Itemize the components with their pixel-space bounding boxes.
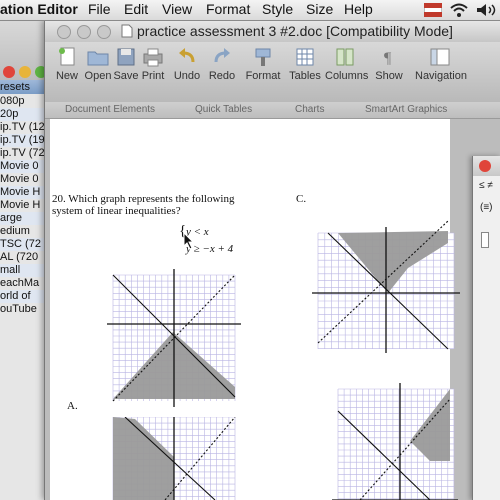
ribbon-tabs: Document Elements Quick Tables Charts Sm… — [45, 102, 500, 119]
preset-item[interactable]: ip.TV (720 — [0, 147, 50, 160]
graph-option-c[interactable] — [308, 213, 464, 353]
background-app-window: resets 080p 20p ip.TV (128 ip.TV (192 ip.TV … — [0, 20, 50, 500]
tables-label: Tables — [289, 70, 321, 82]
menu-bar: ation Editor File Edit View Format Style… — [0, 0, 500, 21]
graph-option-d[interactable] — [330, 381, 458, 500]
columns-label: Columns — [325, 70, 369, 82]
menu-file[interactable]: File — [88, 1, 111, 17]
panel-title-bar[interactable] — [473, 156, 500, 176]
volume-icon[interactable] — [476, 3, 498, 22]
preset-item[interactable]: 080p — [0, 95, 50, 108]
preset-item[interactable]: orld of — [0, 290, 50, 303]
show-button[interactable]: ¶ Show — [369, 46, 409, 82]
preset-item[interactable]: mall — [0, 264, 50, 277]
preset-item[interactable]: AL (720 — [0, 251, 50, 264]
navigation-button[interactable]: Navigation — [415, 46, 467, 82]
paragraph-mark-icon: ¶ — [377, 46, 401, 68]
menu-style[interactable]: Style — [262, 1, 293, 17]
preset-item[interactable]: Movie H — [0, 186, 50, 199]
panel-field-button[interactable]: (≡) — [480, 202, 493, 213]
undo-label: Undo — [173, 70, 201, 82]
mouse-cursor-icon — [183, 231, 195, 255]
question-text-line-2: system of linear inequalities? — [52, 205, 181, 217]
menu-app-name[interactable]: ation Editor — [0, 1, 78, 17]
show-label: Show — [375, 70, 403, 82]
zoom-button[interactable] — [97, 25, 111, 39]
navigation-pane-icon — [428, 46, 452, 68]
flag-icon[interactable] — [423, 2, 443, 22]
format-button[interactable]: Format — [243, 46, 283, 82]
preset-item[interactable]: TSC (72 — [0, 238, 50, 251]
presets-header: resets — [0, 80, 50, 94]
preset-item[interactable]: Movie H — [0, 199, 50, 212]
redo-label: Redo — [208, 70, 236, 82]
tab-quick-tables[interactable]: Quick Tables — [195, 104, 252, 115]
background-app-toolbar — [0, 20, 50, 80]
close-button[interactable] — [57, 25, 71, 39]
format-label: Format — [245, 70, 281, 82]
new-document-icon — [55, 46, 79, 68]
minimize-button[interactable] — [77, 25, 91, 39]
preset-item[interactable]: Movie 0 — [0, 160, 50, 173]
format-paintbrush-icon — [251, 46, 275, 68]
equation-palette-panel: ≤ ≠ (≡) — [472, 156, 500, 500]
preset-item[interactable]: arge — [0, 212, 50, 225]
redo-icon — [210, 46, 234, 68]
redo-button[interactable]: Redo — [202, 46, 242, 82]
preset-item[interactable]: ouTube — [0, 303, 50, 316]
undo-icon — [175, 46, 199, 68]
menu-help[interactable]: Help — [344, 1, 373, 17]
tab-charts[interactable]: Charts — [295, 104, 324, 115]
graph-option-b[interactable] — [105, 417, 243, 500]
panel-symbols[interactable]: ≤ ≠ — [479, 180, 493, 191]
option-c-label: C. — [296, 193, 307, 205]
preset-item[interactable]: eachMa — [0, 277, 50, 290]
columns-icon — [333, 46, 357, 68]
preset-item[interactable]: ip.TV (192 — [0, 134, 50, 147]
title-bar[interactable]: practice assessment 3 #2.doc [Compatibil… — [45, 20, 500, 42]
menu-size[interactable]: Size — [306, 1, 333, 17]
panel-input-box[interactable] — [481, 232, 489, 248]
tab-smartart-graphics[interactable]: SmartArt Graphics — [365, 104, 447, 115]
graph-option-a[interactable] — [105, 267, 243, 407]
preset-item[interactable]: ip.TV (128 — [0, 121, 50, 134]
preset-item[interactable]: edium — [0, 225, 50, 238]
close-icon[interactable] — [3, 66, 15, 78]
preset-item[interactable]: Movie 0 — [0, 173, 50, 186]
panel-close-icon[interactable] — [479, 160, 491, 172]
preset-item[interactable]: 20p — [0, 108, 50, 121]
minimize-icon[interactable] — [19, 66, 31, 78]
question-text-line-1: 20. Which graph represents the following — [52, 193, 235, 205]
tables-button[interactable]: Tables — [285, 46, 325, 82]
window-title: practice assessment 3 #2.doc [Compatibil… — [137, 23, 453, 39]
svg-text:¶: ¶ — [384, 50, 392, 67]
document-page[interactable]: 20. Which graph represents the following… — [50, 119, 460, 500]
undo-button[interactable]: Undo — [167, 46, 207, 82]
wifi-icon[interactable] — [450, 3, 468, 22]
table-icon — [293, 46, 317, 68]
document-area: 20. Which graph represents the following… — [45, 119, 500, 500]
menu-edit[interactable]: Edit — [124, 1, 148, 17]
menu-view[interactable]: View — [162, 1, 192, 17]
tab-document-elements[interactable]: Document Elements — [65, 104, 155, 115]
option-a-label: A. — [67, 400, 78, 412]
columns-button[interactable]: Columns — [325, 46, 369, 82]
print-icon — [141, 46, 165, 68]
menu-format[interactable]: Format — [206, 1, 250, 17]
standard-toolbar: New Open Save Print Undo Redo Format Tab… — [45, 42, 500, 103]
document-icon — [121, 24, 133, 43]
word-window: practice assessment 3 #2.doc [Compatibil… — [44, 20, 500, 500]
navigation-label: Navigation — [415, 70, 467, 82]
